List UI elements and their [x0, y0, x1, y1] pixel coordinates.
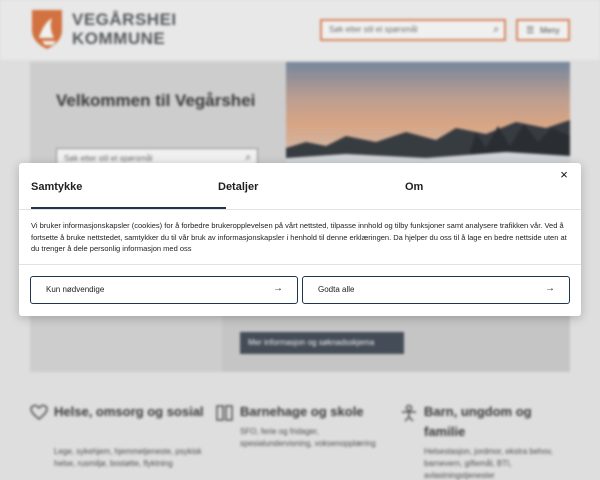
consent-text: Vi bruker informasjonskapsler (cookies) … — [31, 221, 567, 253]
tabs-divider — [19, 209, 581, 210]
accept-all-button[interactable]: Godta alle → — [302, 276, 570, 304]
tab-consent[interactable]: Samtykke — [31, 175, 82, 199]
tab-about[interactable]: Om — [405, 175, 423, 199]
necessary-only-button[interactable]: Kun nødvendige → — [30, 276, 298, 304]
close-icon[interactable]: × — [555, 166, 573, 184]
cookie-consent-dialog: Samtykke Detaljer Om × Vi bruker informa… — [19, 163, 581, 316]
body-divider — [19, 264, 581, 265]
arrow-right-icon: → — [545, 283, 555, 294]
necessary-only-label: Kun nødvendige — [46, 285, 105, 294]
accept-all-label: Godta alle — [318, 285, 355, 294]
tab-details[interactable]: Detaljer — [218, 175, 258, 199]
arrow-right-icon: → — [273, 283, 283, 294]
